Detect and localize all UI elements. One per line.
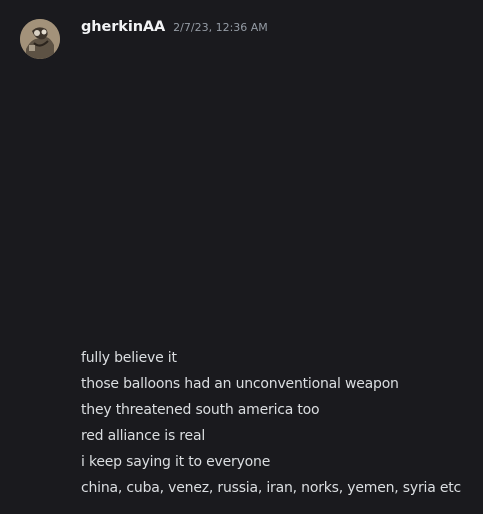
chat-message: gherkinAA 2/7/23, 12:36 AM fully believe…	[0, 0, 483, 514]
message-line: china, cuba, venez, russia, iran, norks,…	[81, 480, 462, 496]
message-header: gherkinAA 2/7/23, 12:36 AM	[81, 19, 268, 35]
timestamp[interactable]: 2/7/23, 12:36 AM	[173, 21, 268, 34]
avatar-image	[20, 19, 60, 59]
message-line: red alliance is real	[81, 428, 206, 444]
message-line: i keep saying it to everyone	[81, 454, 271, 470]
message-content: fully believe it those balloons had an u…	[81, 345, 476, 501]
message-line: they threatened south america too	[81, 402, 320, 418]
message-line: fully believe it	[81, 350, 177, 366]
message-line: those balloons had an unconventional wea…	[81, 376, 399, 392]
username[interactable]: gherkinAA	[81, 19, 165, 35]
user-avatar[interactable]	[20, 19, 60, 59]
